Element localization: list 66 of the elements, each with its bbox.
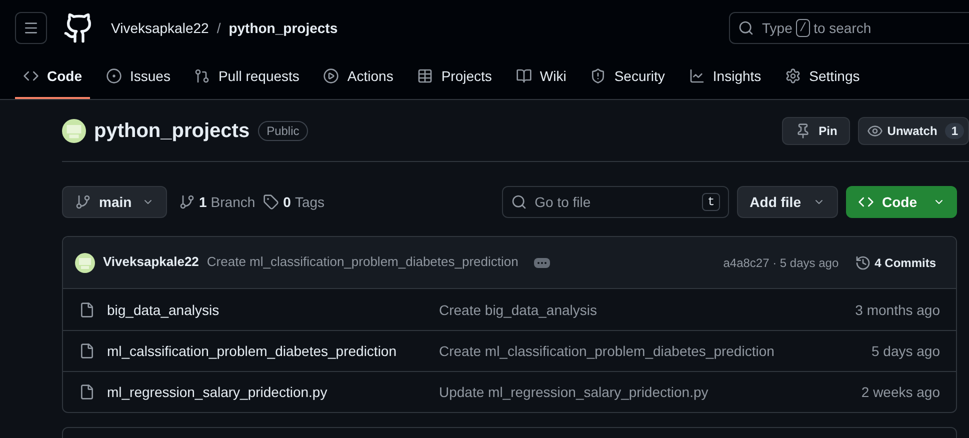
file-time: 2 weeks ago: [861, 383, 940, 402]
tag-icon: [263, 194, 280, 210]
file-commit-message[interactable]: Update ml_regression_salary_pridection.py: [439, 382, 708, 402]
file-name[interactable]: ml_regression_salary_pridection.py: [107, 382, 439, 402]
file-commit-message[interactable]: Create ml_classification_problem_diabetes_prediction: [439, 341, 774, 361]
search-field[interactable]: Type / to search: [729, 12, 969, 44]
file-search-placeholder: Go to file: [534, 193, 591, 212]
play-icon: [323, 68, 340, 84]
nav-tab[interactable]: Projects: [409, 55, 500, 99]
repo-link[interactable]: python_projects: [228, 18, 338, 38]
watch-count: 1: [945, 122, 964, 138]
add-file-button[interactable]: Add file: [736, 186, 838, 218]
branches-link[interactable]: 1 Branch: [179, 192, 256, 212]
search-icon: [510, 194, 527, 210]
avatar-icon: [75, 252, 95, 272]
owner-link[interactable]: Viveksapkale22: [111, 18, 209, 38]
path-separator: /: [216, 18, 221, 38]
unwatch-button[interactable]: Unwatch 1: [858, 116, 969, 144]
shortcut-key: t: [702, 193, 720, 211]
file-name[interactable]: big_data_analysis: [107, 300, 439, 320]
commits-link[interactable]: 4 Commits: [854, 254, 936, 270]
shortcut-key: /: [796, 18, 810, 36]
settings-icon: [785, 68, 802, 84]
avatar-icon: [62, 118, 86, 142]
nav-tab[interactable]: Wiki: [508, 55, 574, 99]
nav-tab[interactable]: Pull requests: [186, 55, 308, 99]
file-name[interactable]: ml_calssification_problem_diabetes_prediction: [107, 341, 439, 361]
nav-tab[interactable]: Actions: [315, 55, 402, 99]
history-icon: [854, 254, 871, 270]
nav-tab[interactable]: Security: [582, 55, 673, 99]
pin-icon: [794, 122, 811, 138]
visibility-label: Public: [258, 120, 308, 140]
more-button[interactable]: [534, 258, 550, 268]
file-icon: [79, 302, 95, 318]
nav-tab[interactable]: Settings: [777, 55, 868, 99]
menu-button[interactable]: [15, 12, 47, 44]
commit-message[interactable]: Create ml_classification_problem_diabetes_prediction: [206, 253, 518, 272]
search-hint: Type: [762, 18, 792, 38]
file-commit-message[interactable]: Create big_data_analysis: [439, 300, 597, 320]
pull-request-icon: [194, 68, 210, 84]
commit-hash-time: a4a8c27 · 5 days ago: [723, 254, 839, 270]
branch-selector[interactable]: main: [62, 186, 167, 218]
nav-tab[interactable]: Issues: [98, 55, 178, 99]
eye-icon: [867, 122, 884, 138]
tags-link[interactable]: 0 Tags: [263, 192, 325, 212]
file-icon: [79, 384, 95, 400]
nav-tab[interactable]: Insights: [680, 55, 770, 99]
menu-icon: [23, 20, 39, 36]
code-button[interactable]: Code: [846, 186, 957, 218]
file-search-field[interactable]: Go to file t: [502, 186, 729, 218]
search-icon: [738, 20, 754, 36]
search-hint: to search: [814, 18, 872, 38]
file-time: 3 months ago: [855, 300, 940, 320]
nav-tab[interactable]: Code: [15, 55, 90, 99]
branch-icon: [75, 194, 91, 210]
commit-author[interactable]: Viveksapkale22: [103, 253, 199, 272]
repo-title: python_projects: [94, 118, 250, 144]
circle-dot-icon: [106, 68, 122, 84]
pin-button[interactable]: Pin: [782, 116, 850, 144]
branch-icon: [179, 194, 195, 210]
book-icon: [516, 68, 532, 84]
file-icon: [79, 343, 95, 359]
table-icon: [417, 68, 434, 84]
shield-icon: [590, 68, 606, 84]
graph-icon: [688, 68, 705, 84]
file-time: 5 days ago: [872, 342, 940, 361]
